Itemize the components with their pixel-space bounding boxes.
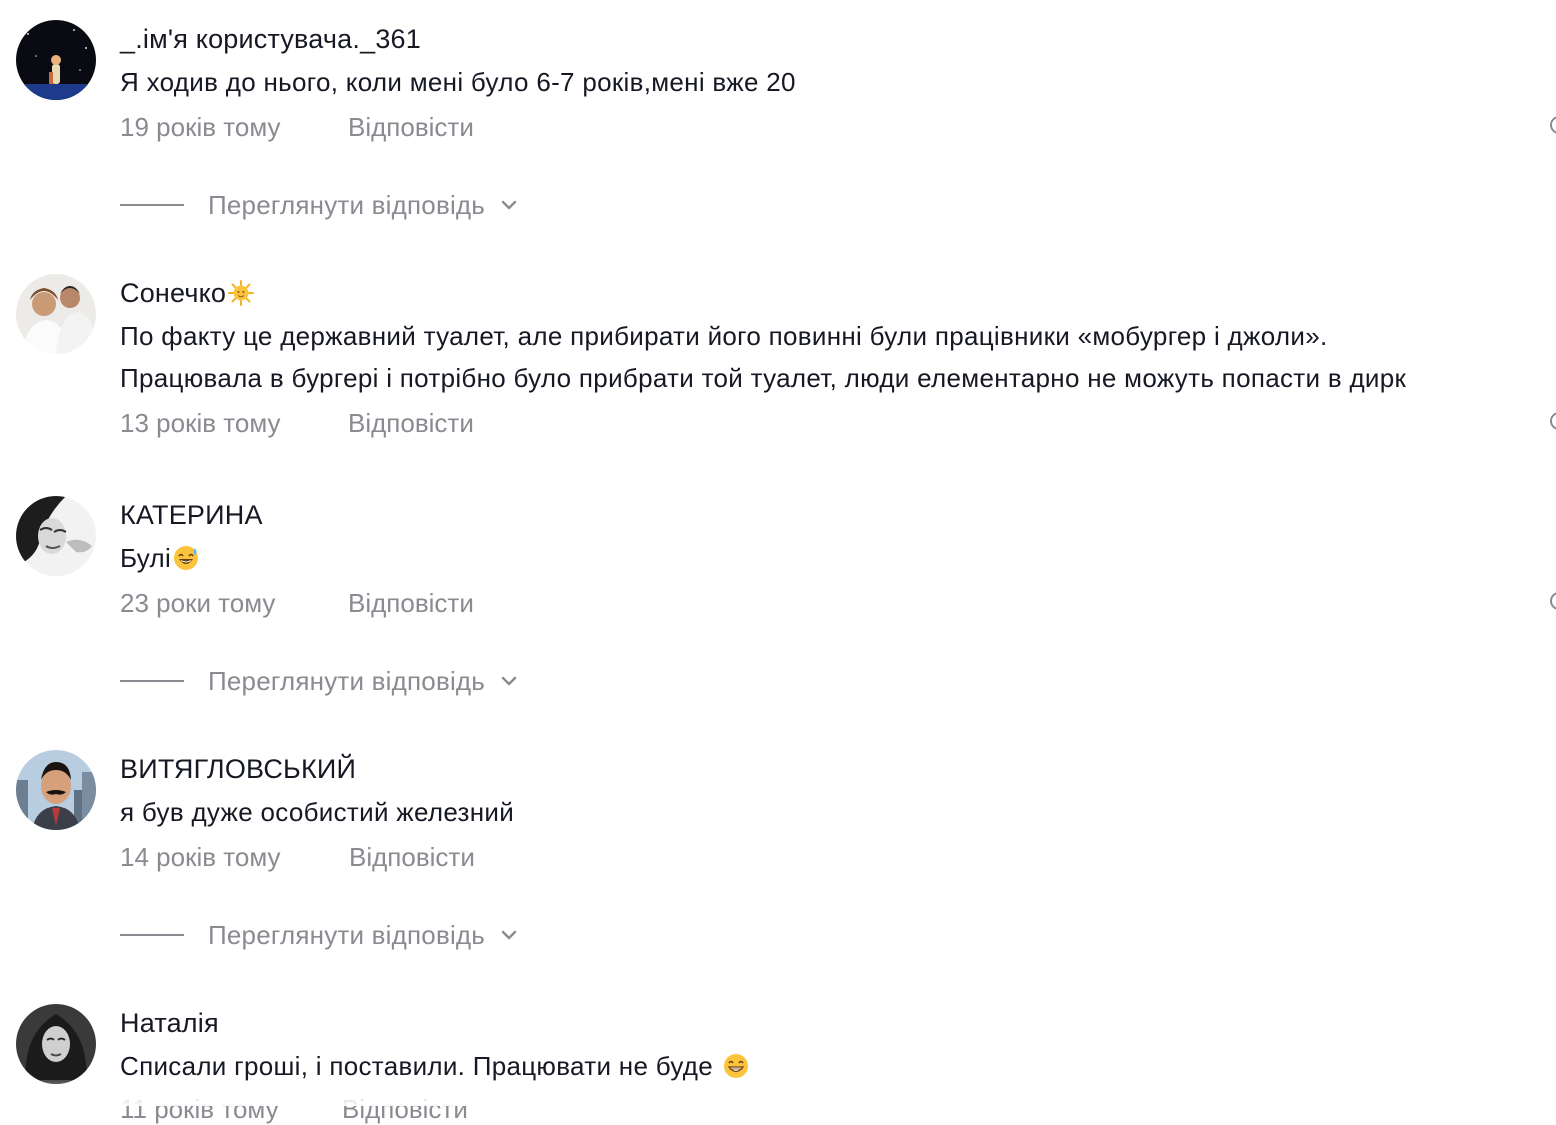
- view-replies-label: Переглянути відповідь: [208, 189, 486, 220]
- comment-text-content: Булі: [120, 543, 172, 573]
- divider-line: [120, 680, 184, 682]
- username-text: Сонечко: [120, 278, 227, 308]
- avatar-image: [16, 274, 96, 354]
- comment-time: 19 років тому: [120, 112, 281, 142]
- view-replies-button[interactable]: Переглянути відповідь: [120, 666, 519, 696]
- comment-text: Я ходив до нього, коли мені було 6-7 рок…: [120, 67, 796, 97]
- chevron-down-icon: [501, 676, 517, 686]
- chevron-down-icon: [501, 200, 517, 210]
- divider-line: [120, 204, 184, 206]
- sun-with-face-emoji: [228, 280, 255, 306]
- bottom-fade-overlay: [0, 1080, 1556, 1106]
- avatar-image: [16, 1004, 96, 1084]
- comment-username[interactable]: Сонечко: [120, 278, 255, 309]
- comment-text: Булі: [120, 543, 199, 574]
- heart-icon[interactable]: [1550, 592, 1556, 610]
- view-replies-label: Переглянути відповідь: [208, 665, 486, 696]
- comment-username[interactable]: _.ім'я користувача._361: [120, 24, 421, 55]
- comment-text-content: Списали гроші, і поставили. Працювати не…: [120, 1051, 721, 1081]
- reply-button[interactable]: Відповісти: [349, 842, 475, 873]
- reply-button[interactable]: Відповісти: [348, 588, 474, 619]
- comment-text: По факту це державний туалет, але прибир…: [120, 321, 1328, 351]
- beaming-face-emoji: [723, 1054, 748, 1078]
- view-replies-button[interactable]: Переглянути відповідь: [120, 190, 519, 220]
- avatar[interactable]: [16, 20, 96, 100]
- comment-time: 23 роки тому: [120, 588, 276, 618]
- divider-line: [120, 934, 184, 936]
- view-replies-button[interactable]: Переглянути відповідь: [120, 920, 519, 950]
- grinning-sweat-emoji: [174, 546, 199, 570]
- avatar-image: [16, 20, 96, 100]
- reply-button[interactable]: Відповісти: [348, 112, 474, 143]
- chevron-down-icon: [501, 930, 517, 940]
- avatar[interactable]: [16, 750, 96, 830]
- heart-icon[interactable]: [1550, 116, 1556, 134]
- avatar[interactable]: [16, 274, 96, 354]
- comment-username[interactable]: ВИТЯГЛОВСЬКИЙ: [120, 754, 356, 785]
- heart-icon[interactable]: [1550, 412, 1556, 430]
- view-replies-label: Переглянути відповідь: [208, 919, 486, 950]
- avatar[interactable]: [16, 1004, 96, 1084]
- avatar-image: [16, 496, 96, 576]
- comment-time: 14 років тому: [120, 842, 281, 872]
- reply-button[interactable]: Відповісти: [348, 408, 474, 439]
- comment-text: Списали гроші, і поставили. Працювати не…: [120, 1051, 749, 1082]
- comment-text: я був дуже особистий железний: [120, 797, 515, 827]
- comment-time: 13 років тому: [120, 408, 281, 438]
- comment-username[interactable]: Наталія: [120, 1008, 219, 1039]
- avatar[interactable]: [16, 496, 96, 576]
- comment-text: Працювала в бургері і потрібно було приб…: [120, 363, 1407, 393]
- avatar-image: [16, 750, 96, 830]
- comment-username[interactable]: КАТЕРИНА: [120, 500, 263, 531]
